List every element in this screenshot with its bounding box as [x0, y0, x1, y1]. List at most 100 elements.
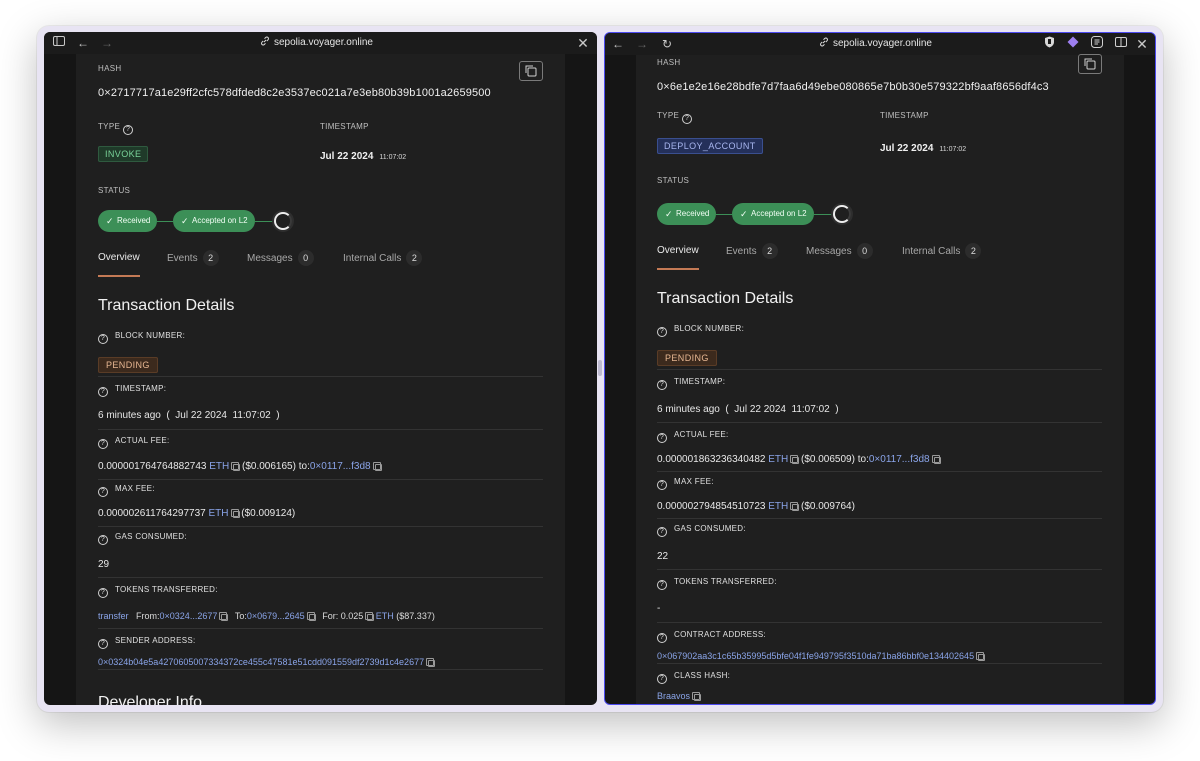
tab-overview[interactable]: Overview: [657, 245, 699, 256]
transaction-hash: 0×2717717a1e29ff2cfc578dfded8c2e3537ec02…: [98, 87, 491, 99]
eth-link[interactable]: ETH: [376, 611, 394, 621]
copy-icon[interactable]: [426, 658, 436, 667]
copy-icon[interactable]: [976, 652, 986, 661]
question-circle-icon[interactable]: ?: [657, 527, 667, 537]
fee-recipient-link[interactable]: 0×0117...f3d8: [310, 461, 371, 472]
eth-link[interactable]: ETH: [209, 508, 229, 519]
section-title: Transaction Details: [657, 290, 794, 307]
eth-link[interactable]: ETH: [209, 461, 229, 472]
close-icon[interactable]: ✕: [1134, 36, 1150, 52]
tab-messages[interactable]: Messages 0: [247, 250, 314, 266]
split-view-icon[interactable]: [1113, 36, 1129, 52]
reload-icon[interactable]: ↻: [659, 36, 675, 52]
question-circle-icon[interactable]: ?: [98, 588, 108, 598]
max-fee-value: 0.000002611764297737 ETH ($0.009124): [98, 508, 296, 519]
sidebar-toggle-icon[interactable]: [51, 35, 67, 51]
question-circle-icon[interactable]: ?: [657, 580, 667, 590]
question-circle-icon[interactable]: ?: [682, 114, 693, 124]
timestamp-value: Jul 22 2024 11:07:02: [320, 151, 407, 162]
divider: [657, 663, 1102, 664]
question-circle-icon[interactable]: ?: [657, 433, 667, 443]
to-address-link[interactable]: 0×0679...2645: [247, 611, 305, 621]
status-connector: [814, 214, 832, 215]
copy-icon[interactable]: [790, 455, 800, 464]
question-circle-icon[interactable]: ?: [123, 125, 134, 135]
question-circle-icon[interactable]: ?: [657, 480, 667, 490]
question-circle-icon[interactable]: ?: [98, 639, 108, 649]
copy-icon: [1084, 58, 1096, 70]
divider: [98, 628, 543, 629]
diamond-extension-icon[interactable]: [1065, 36, 1081, 52]
copy-hash-button[interactable]: [1078, 54, 1102, 74]
divider: [98, 479, 543, 480]
question-circle-icon[interactable]: ?: [98, 487, 108, 497]
fee-recipient-link[interactable]: 0×0117...f3d8: [869, 454, 930, 465]
question-circle-icon[interactable]: ?: [657, 327, 667, 337]
tab-events[interactable]: Events 2: [167, 250, 219, 266]
max-fee-label: ? MAX FEE:: [657, 477, 714, 490]
close-icon[interactable]: ✕: [575, 35, 591, 51]
actual-fee-value: 0.000001863236340482 ETH ($0.006509) to:…: [657, 454, 941, 465]
status-received: ✓ Received: [657, 203, 716, 225]
tab-internal-calls[interactable]: Internal Calls 2: [343, 250, 423, 266]
copy-icon[interactable]: [692, 692, 702, 701]
block-number-badge: PENDING: [657, 348, 717, 366]
check-icon: ✓: [740, 209, 748, 219]
copy-hash-button[interactable]: [519, 61, 543, 81]
url-bar[interactable]: sepolia.voyager.online: [260, 32, 373, 54]
question-circle-icon[interactable]: ?: [657, 674, 667, 684]
copy-icon[interactable]: [230, 509, 240, 518]
status-label: STATUS: [657, 176, 690, 185]
sender-address-link[interactable]: 0×0324b04e5a4270605007334372ce455c47581e…: [98, 657, 424, 667]
reader-extension-icon[interactable]: [1089, 36, 1105, 52]
eth-link[interactable]: ETH: [768, 501, 788, 512]
sender-address-value: 0×0324b04e5a4270605007334372ce455c47581e…: [98, 657, 436, 667]
question-circle-icon[interactable]: ?: [657, 380, 667, 390]
timestamp-value: Jul 22 2024 11:07:02: [880, 143, 967, 154]
copy-icon[interactable]: [306, 612, 316, 621]
copy-icon[interactable]: [365, 612, 375, 621]
contract-address-value: 0×067902aa3c1c65b35995d5bfe04f1fe949795f…: [657, 651, 986, 661]
actual-fee-value: 0.000001764764882743 ETH ($0.006165) to:…: [98, 461, 382, 472]
left-toolbar: ← → sepolia.voyager.online ✕: [44, 32, 597, 54]
tab-overview[interactable]: Overview: [98, 252, 140, 263]
question-circle-icon[interactable]: ?: [98, 535, 108, 545]
sender-address-label: ? SENDER ADDRESS:: [98, 636, 196, 649]
max-fee-label: ? MAX FEE:: [98, 484, 155, 497]
status-label: STATUS: [98, 186, 131, 195]
arrow-right-icon[interactable]: →: [634, 36, 650, 52]
copy-icon[interactable]: [231, 462, 241, 471]
from-address-link[interactable]: 0×0324...2677: [160, 611, 218, 621]
arrow-left-icon[interactable]: ←: [75, 35, 91, 51]
tab-internal-calls[interactable]: Internal Calls 2: [902, 243, 982, 259]
tokens-transferred-label: ? TOKENS TRANSFERRED:: [657, 577, 777, 590]
divider: [98, 526, 543, 527]
question-circle-icon[interactable]: ?: [98, 439, 108, 449]
tokens-transferred-value: -: [657, 603, 661, 614]
copy-icon[interactable]: [219, 612, 229, 621]
token-transfer-row: transfer From:0×0324...2677 To:0×0679...…: [98, 611, 435, 621]
url-bar[interactable]: sepolia.voyager.online: [819, 33, 932, 55]
question-circle-icon[interactable]: ?: [657, 633, 667, 643]
copy-icon[interactable]: [931, 455, 941, 464]
question-circle-icon[interactable]: ?: [98, 387, 108, 397]
tab-events[interactable]: Events 2: [726, 243, 778, 259]
arrow-left-icon[interactable]: ←: [610, 36, 626, 52]
shield-extension-icon[interactable]: [1041, 36, 1057, 52]
timestamp-label: TIMESTAMP: [320, 122, 369, 131]
divider: [98, 669, 543, 670]
arrow-right-icon[interactable]: →: [99, 35, 115, 51]
eth-link[interactable]: ETH: [768, 454, 788, 465]
tab-messages[interactable]: Messages 0: [806, 243, 873, 259]
timestamp-row-value: 6 minutes ago ( Jul 22 2024 11:07:02 ): [657, 404, 839, 415]
class-hash-link[interactable]: Braavos: [657, 691, 690, 701]
divider: [657, 369, 1102, 370]
copy-icon[interactable]: [790, 502, 800, 511]
copy-icon[interactable]: [372, 462, 382, 471]
check-icon: ✓: [181, 216, 189, 226]
split-divider-handle[interactable]: [598, 360, 602, 376]
max-fee-value: 0.000002794854510723 ETH ($0.009764): [657, 501, 855, 512]
contract-address-link[interactable]: 0×067902aa3c1c65b35995d5bfe04f1fe949795f…: [657, 651, 974, 661]
divider: [98, 429, 543, 430]
question-circle-icon[interactable]: ?: [98, 334, 108, 344]
